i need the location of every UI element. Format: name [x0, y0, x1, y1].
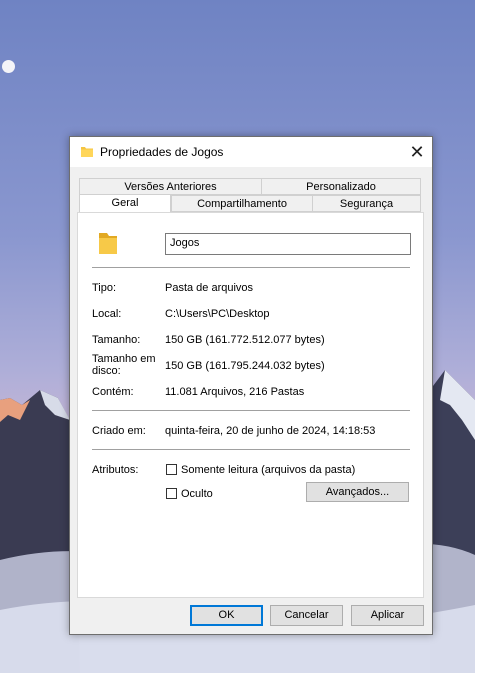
folder-icon: [81, 147, 93, 157]
contains-value: 11.081 Arquivos, 216 Pastas: [165, 386, 305, 398]
hidden-checkbox-label[interactable]: Oculto: [181, 488, 213, 500]
contains-label: Contém:: [92, 386, 134, 398]
moon: [2, 60, 15, 73]
advanced-button[interactable]: Avançados...: [306, 482, 409, 502]
cancel-button[interactable]: Cancelar: [270, 605, 343, 626]
properties-dialog: Propriedades de Jogos ✕ Versões Anterior…: [69, 136, 433, 635]
location-value: C:\Users\PC\Desktop: [165, 308, 270, 320]
screen-edge: [475, 0, 479, 673]
created-value: quinta-feira, 20 de junho de 2024, 14:18…: [165, 425, 376, 437]
close-button[interactable]: ✕: [402, 137, 432, 167]
tab-personalizado[interactable]: Personalizado: [261, 178, 421, 195]
apply-button[interactable]: Aplicar: [351, 605, 424, 626]
readonly-checkbox[interactable]: [166, 464, 177, 475]
tab-seguranca[interactable]: Segurança: [312, 195, 421, 212]
tab-compartilhamento[interactable]: Compartilhamento: [171, 195, 313, 212]
separator: [92, 449, 410, 450]
location-label: Local:: [92, 308, 122, 320]
attributes-label: Atributos:: [92, 464, 139, 476]
tab-geral[interactable]: Geral: [79, 194, 171, 212]
hidden-checkbox[interactable]: [166, 488, 177, 499]
disk-size-label-line2: disco:: [92, 365, 121, 377]
tab-versoes-anteriores[interactable]: Versões Anteriores: [79, 178, 262, 195]
type-label: Tipo:: [92, 282, 117, 294]
separator: [92, 410, 410, 411]
separator: [92, 267, 410, 268]
close-icon: ✕: [409, 142, 425, 162]
type-value: Pasta de arquivos: [165, 282, 254, 294]
size-value: 150 GB (161.772.512.077 bytes): [165, 334, 325, 346]
disk-size-value: 150 GB (161.795.244.032 bytes): [165, 360, 325, 372]
disk-size-label-line1: Tamanho em: [92, 353, 156, 365]
dialog-title: Propriedades de Jogos: [100, 145, 224, 159]
title-bar[interactable]: Propriedades de Jogos ✕: [70, 137, 432, 167]
readonly-checkbox-label[interactable]: Somente leitura (arquivos da pasta): [181, 464, 355, 476]
folder-name-input[interactable]: Jogos: [165, 233, 411, 255]
created-label: Criado em:: [92, 425, 146, 437]
size-label: Tamanho:: [92, 334, 141, 346]
ok-button[interactable]: OK: [190, 605, 263, 626]
general-tab-panel: Jogos Tipo: Pasta de arquivos Local: C:\…: [77, 212, 424, 598]
folder-icon: [99, 233, 117, 254]
